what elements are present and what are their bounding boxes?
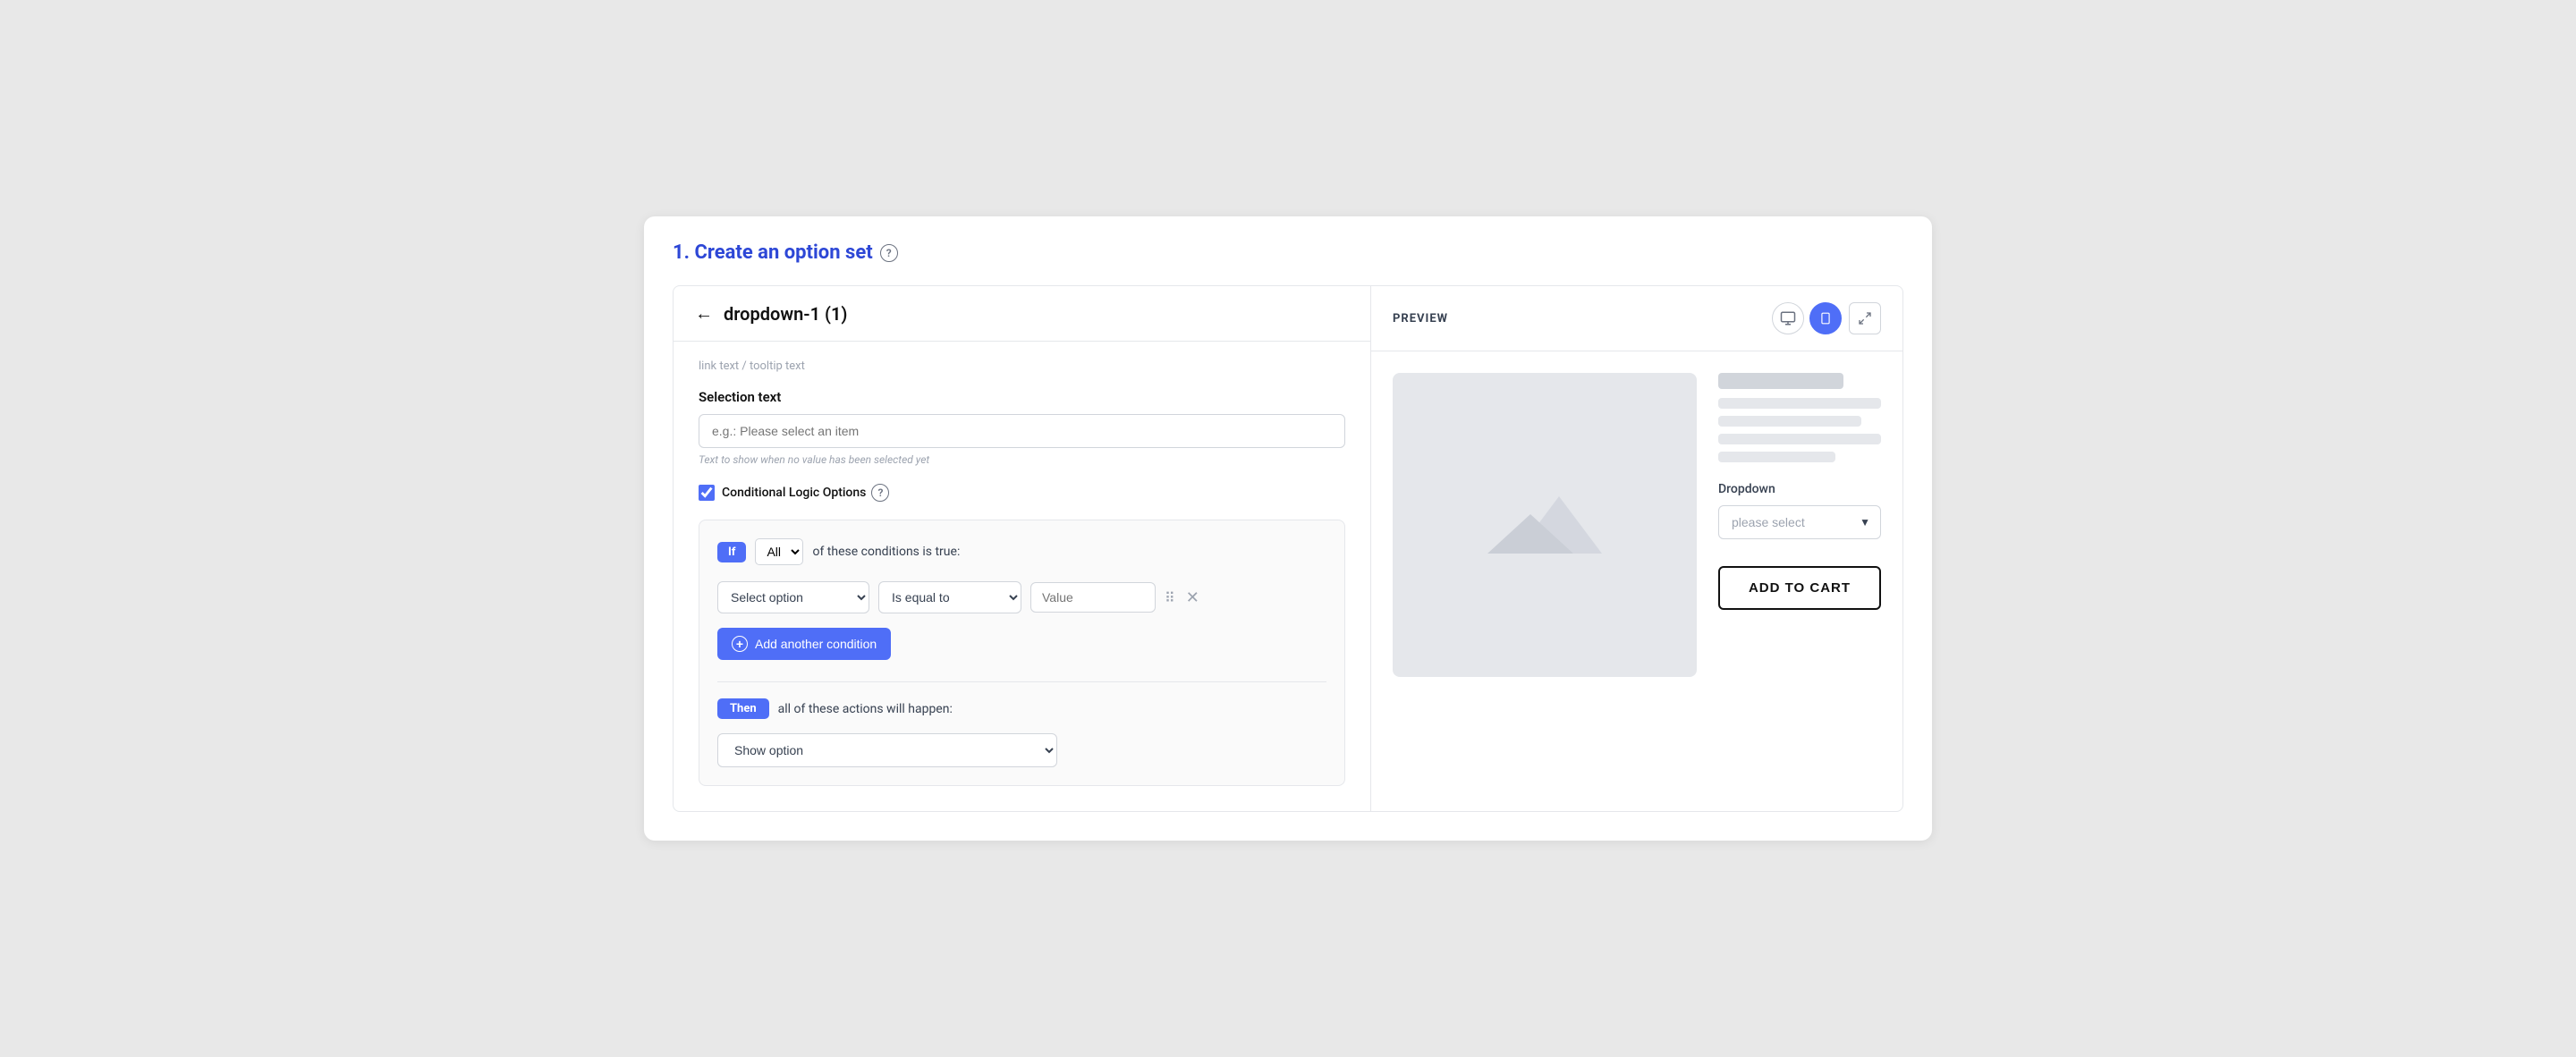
expand-icon [1858,311,1872,326]
add-to-cart-button[interactable]: ADD TO CART [1718,566,1881,610]
condition-text: of these conditions is true: [812,545,960,559]
skeleton-line-2 [1718,416,1861,427]
drag-handle-icon[interactable]: ⠿ [1165,589,1177,606]
product-details: Dropdown please select ▼ ADD TO CART [1718,373,1881,677]
if-row: If All of these conditions is true: [717,538,1326,565]
selection-hint: Text to show when no value has been sele… [699,453,1345,466]
then-badge: Then [717,698,769,719]
skeleton-line-3 [1718,434,1881,444]
skeleton-lines [1718,398,1881,462]
skeleton-line-1 [1718,398,1881,409]
right-panel: PREVIEW [1371,286,1902,811]
value-input[interactable] [1030,582,1156,613]
skeleton-line-4 [1718,452,1835,462]
select-option-dropdown[interactable]: Select option [717,581,869,613]
if-badge: If [717,542,746,562]
desktop-icon [1780,310,1796,326]
conditional-logic-help-icon[interactable]: ? [871,484,889,502]
dropdown-label: Dropdown [1718,482,1881,496]
is-equal-to-dropdown[interactable]: Is equal to [878,581,1021,613]
divider [717,681,1326,682]
remove-condition-icon[interactable]: ✕ [1186,588,1199,607]
preview-dropdown[interactable]: please select [1718,505,1881,539]
mobile-view-button[interactable] [1809,302,1842,334]
preview-label: PREVIEW [1393,312,1448,326]
dropdown-preview-wrapper: please select ▼ [1718,505,1881,539]
expand-button[interactable] [1849,302,1881,334]
then-row: Then all of these actions will happen: [717,698,1326,719]
right-body: Dropdown please select ▼ ADD TO CART [1371,351,1902,698]
view-toggle [1772,302,1842,334]
page-title: 1. Create an option set [673,241,873,264]
all-select[interactable]: All [755,538,803,565]
left-body: link text / tooltip text Selection text … [674,342,1370,811]
conditional-logic-row: Conditional Logic Options ? [699,484,1345,502]
selection-text-label: Selection text [699,389,1345,405]
desktop-view-button[interactable] [1772,302,1804,334]
page-title-row: 1. Create an option set ? [673,241,1903,264]
left-header: ← dropdown-1 (1) [674,286,1370,342]
mountain-icon [1473,480,1616,570]
left-panel: ← dropdown-1 (1) link text / tooltip tex… [674,286,1371,811]
help-icon[interactable]: ? [880,244,898,262]
selection-text-input[interactable] [699,414,1345,448]
plus-icon: + [732,636,748,652]
add-condition-button[interactable]: + Add another condition [717,628,891,660]
skeleton-title [1718,373,1843,389]
mobile-icon [1819,310,1832,326]
conditional-logic-label: Conditional Logic Options ? [722,484,889,502]
content-area: ← dropdown-1 (1) link text / tooltip tex… [673,285,1903,812]
product-image-placeholder [1393,373,1697,677]
back-button[interactable]: ← [695,302,713,325]
panel-title: dropdown-1 (1) [724,303,847,325]
conditional-logic-checkbox[interactable] [699,485,715,501]
logic-box: If All of these conditions is true: Sele… [699,520,1345,786]
conditions-row: Select option Is equal to ⠿ ✕ [717,581,1326,613]
right-header: PREVIEW [1371,286,1902,351]
show-option-select[interactable]: Show option [717,733,1057,767]
faded-text: link text / tooltip text [699,359,1345,373]
main-card: 1. Create an option set ? ← dropdown-1 (… [644,216,1932,841]
actions-text: all of these actions will happen: [778,702,953,716]
